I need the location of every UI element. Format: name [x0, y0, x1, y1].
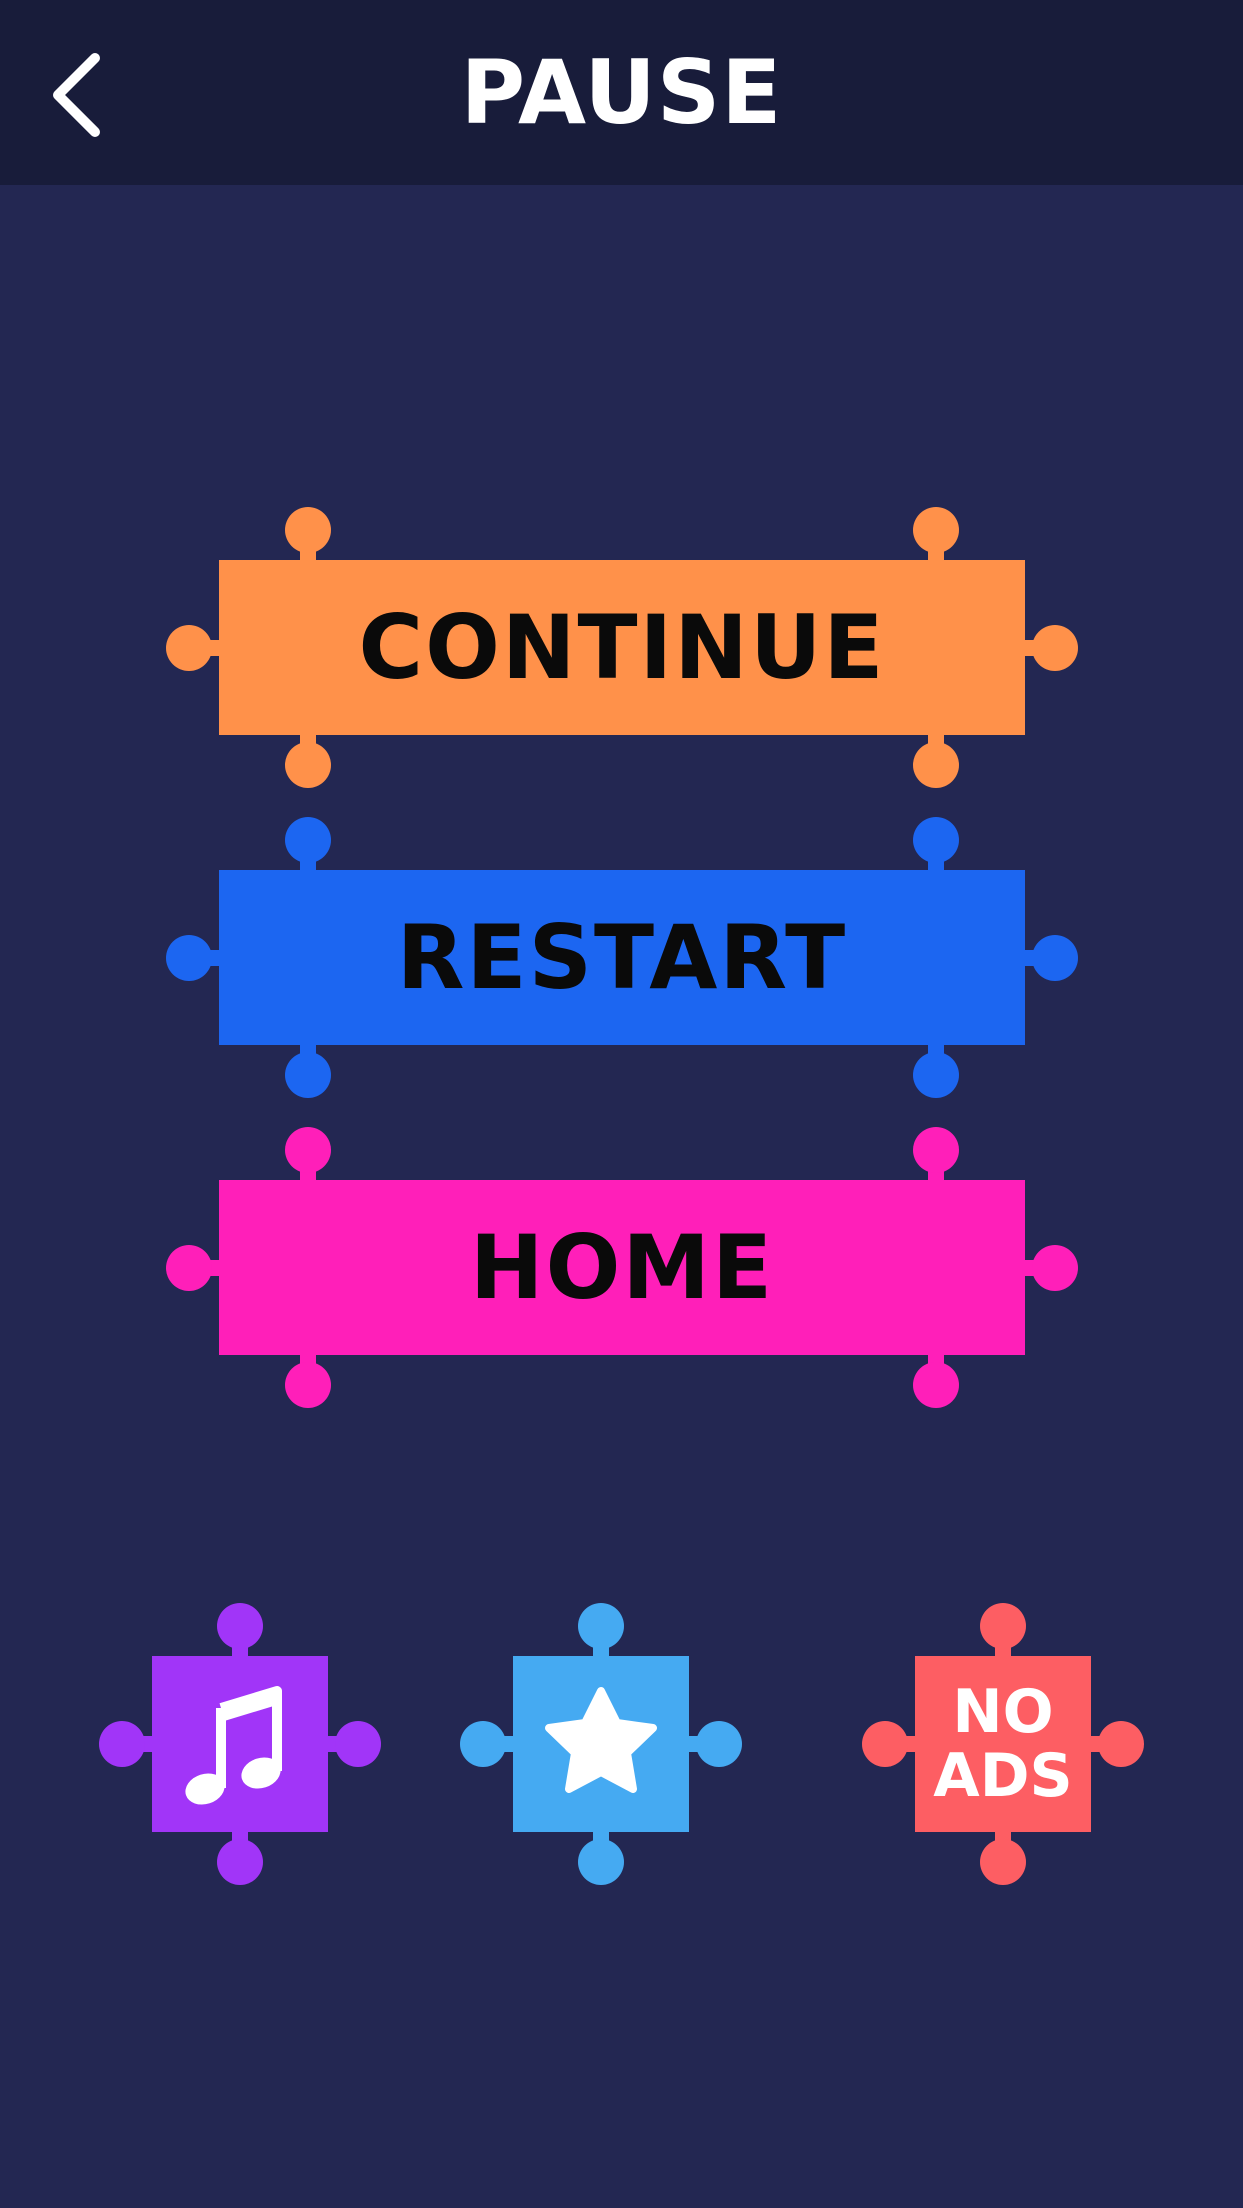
no-ads-line-2: ADS — [933, 1741, 1073, 1811]
no-ads-label: NO ADS — [862, 1603, 1144, 1885]
restart-button[interactable]: RESTART — [166, 815, 1078, 1100]
home-button[interactable]: HOME — [166, 1125, 1078, 1410]
rate-button[interactable] — [460, 1603, 742, 1885]
page-title: PAUSE — [460, 41, 783, 144]
no-ads-line-1: NO — [952, 1677, 1054, 1747]
music-note-icon — [185, 1686, 282, 1805]
music-toggle-button[interactable] — [99, 1603, 381, 1885]
restart-label: RESTART — [396, 906, 848, 1009]
star-icon — [545, 1687, 657, 1793]
continue-button[interactable]: CONTINUE — [166, 505, 1078, 790]
home-label: HOME — [469, 1216, 775, 1319]
continue-label: CONTINUE — [358, 596, 886, 699]
no-ads-button[interactable]: NO ADS — [862, 1603, 1144, 1885]
top-bar: PAUSE — [0, 0, 1243, 185]
